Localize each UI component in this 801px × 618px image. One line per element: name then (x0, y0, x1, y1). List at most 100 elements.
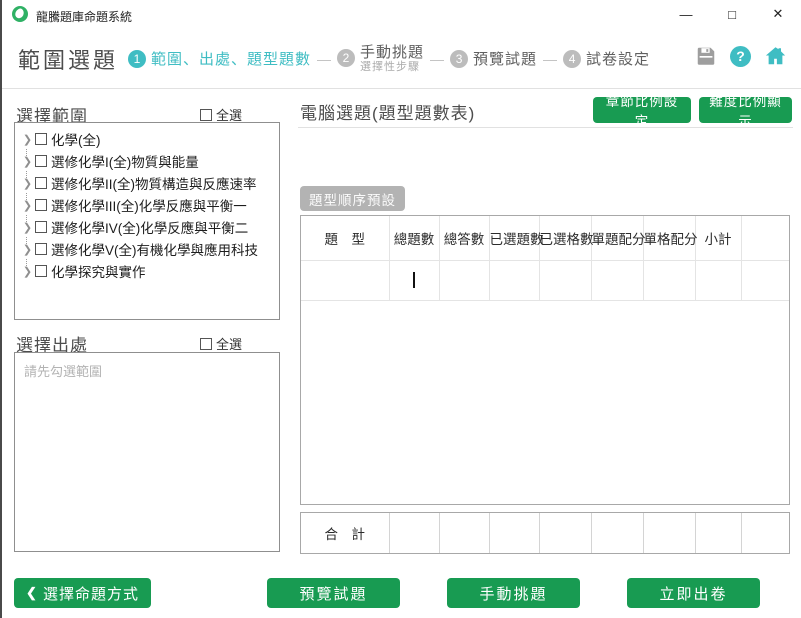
tree-item-inquiry-practice[interactable]: ❯ 化學探究與實作 (15, 260, 279, 282)
type-order-preset-button[interactable]: 題型順序預設 (300, 186, 405, 211)
col-subtotal: 小計 (695, 216, 741, 260)
step-3-label: 預覽試題 (473, 48, 537, 69)
step-1-range[interactable]: 1 範圍、出處、題型題數 (128, 48, 311, 69)
close-button[interactable]: ✕ (755, 0, 801, 28)
chevron-left-icon: ❮ (26, 585, 38, 601)
chevron-right-icon[interactable]: ❯ (20, 221, 35, 234)
cell-subtotal[interactable] (695, 260, 741, 300)
chevron-right-icon[interactable]: ❯ (20, 133, 35, 146)
text-caret (413, 272, 415, 288)
cell-selected-blanks[interactable] (539, 260, 591, 300)
app-title: 龍騰題庫命題系統 (36, 8, 132, 25)
home-icon[interactable] (764, 45, 787, 67)
col-selected-questions: 已選題數 (489, 216, 539, 260)
tree-checkbox[interactable] (35, 133, 47, 145)
chevron-right-icon[interactable]: ❯ (20, 199, 35, 212)
cell-selected-questions[interactable] (489, 260, 539, 300)
question-type-table: 題 型 總題數 總答數 已選題數 已選格數 單題配分 單格配分 小計 (300, 215, 790, 505)
tree-checkbox[interactable] (35, 177, 47, 189)
source-select-all-checkbox[interactable] (200, 338, 212, 350)
total-cell (741, 513, 789, 553)
source-select-all-label: 全選 (216, 334, 242, 353)
col-total-answers: 總答數 (439, 216, 489, 260)
tree-item-label: 化學(全) (51, 129, 101, 149)
source-select-all[interactable]: 全選 (200, 334, 242, 353)
tree-item-elective-1[interactable]: ❯ 選修化學I(全)物質與能量 (15, 150, 279, 172)
cell-total-questions[interactable] (389, 260, 439, 300)
back-button-label: 選擇命題方式 (43, 583, 139, 604)
step-3-preview[interactable]: 3 預覽試題 (450, 48, 537, 69)
tree-checkbox[interactable] (35, 221, 47, 233)
app-logo-icon (12, 6, 28, 22)
step-3-circle: 3 (450, 50, 468, 68)
col-selected-blanks: 已選格數 (539, 216, 591, 260)
cell-spare (741, 260, 789, 300)
minimize-button[interactable]: — (663, 0, 709, 28)
step-2-circle: 2 (337, 49, 355, 67)
total-cell (489, 513, 539, 553)
back-to-method-button[interactable]: ❮ 選擇命題方式 (14, 578, 151, 608)
chevron-right-icon[interactable]: ❯ (20, 155, 35, 168)
tree-checkbox[interactable] (35, 243, 47, 255)
col-points-per-blank: 單格配分 (643, 216, 695, 260)
chevron-right-icon[interactable]: ❯ (20, 177, 35, 190)
total-label: 合 計 (301, 513, 389, 553)
tree-checkbox[interactable] (35, 265, 47, 277)
total-cell (389, 513, 439, 553)
tree-item-label: 選修化學III(全)化學反應與平衡一 (51, 195, 247, 215)
generate-paper-button[interactable]: 立即出卷 (627, 578, 760, 608)
tree-item-elective-4[interactable]: ❯ 選修化學IV(全)化學反應與平衡二 (15, 216, 279, 238)
step-4-paper-settings[interactable]: 4 試卷設定 (563, 48, 650, 69)
col-spare (741, 216, 789, 260)
tree-checkbox[interactable] (35, 155, 47, 167)
wizard-header: 範圍選題 1 範圍、出處、題型題數 — 2 手動挑題 選擇性步驟 — 3 預覽試… (0, 28, 801, 89)
step-2-manual-pick[interactable]: 2 手動挑題 選擇性步驟 (337, 44, 424, 74)
total-row-table: 合 計 (300, 512, 790, 554)
title-bar: 龍騰題庫命題系統 — □ ✕ (0, 0, 801, 28)
col-question-type: 題 型 (301, 216, 389, 260)
total-cell (539, 513, 591, 553)
tree-item-elective-5[interactable]: ❯ 選修化學V(全)有機化學與應用科技 (15, 238, 279, 260)
tree-item-elective-3[interactable]: ❯ 選修化學III(全)化學反應與平衡一 (15, 194, 279, 216)
col-total-questions: 總題數 (389, 216, 439, 260)
source-list-box: 請先勾選範圍 (14, 352, 280, 552)
preview-questions-button[interactable]: 預覽試題 (267, 578, 400, 608)
tree-item-label: 選修化學II(全)物質構造與反應速率 (51, 173, 257, 193)
tree-item-chemistry-all[interactable]: ❯ 化學(全) (15, 128, 279, 150)
chevron-right-icon[interactable]: ❯ (20, 265, 35, 278)
table-data-row (301, 260, 789, 300)
total-cell (643, 513, 695, 553)
table-header-row: 題 型 總題數 總答數 已選題數 已選格數 單題配分 單格配分 小計 (301, 216, 789, 260)
help-icon[interactable]: ? (730, 46, 751, 67)
tree-item-label: 化學探究與實作 (51, 261, 146, 281)
panel-divider (298, 127, 793, 128)
step-2-sublabel: 選擇性步驟 (360, 61, 424, 74)
cell-points-per-question[interactable] (591, 260, 643, 300)
range-select-all-checkbox[interactable] (200, 109, 212, 121)
maximize-button[interactable]: □ (709, 0, 755, 28)
step-separator: — (430, 51, 444, 67)
step-separator: — (543, 51, 557, 67)
step-2-label: 手動挑題 (360, 44, 424, 61)
wizard-steps: 1 範圍、出處、題型題數 — 2 手動挑題 選擇性步驟 — 3 預覽試題 — 4… (128, 28, 650, 89)
chapter-ratio-button[interactable]: 章節比例設定 (593, 97, 691, 123)
step-4-label: 試卷設定 (586, 48, 650, 69)
page-title: 範圍選題 (18, 43, 118, 75)
tree-checkbox[interactable] (35, 199, 47, 211)
step-1-label: 範圍、出處、題型題數 (151, 48, 311, 69)
save-icon[interactable] (695, 45, 717, 67)
total-cell (591, 513, 643, 553)
step-4-circle: 4 (563, 50, 581, 68)
cell-question-type[interactable] (301, 260, 389, 300)
step-1-circle: 1 (128, 50, 146, 68)
chevron-right-icon[interactable]: ❯ (20, 243, 35, 256)
tree-item-elective-2[interactable]: ❯ 選修化學II(全)物質構造與反應速率 (15, 172, 279, 194)
header-icons: ? (695, 45, 787, 67)
cell-points-per-blank[interactable] (643, 260, 695, 300)
source-placeholder: 請先勾選範圍 (24, 361, 270, 380)
cell-total-answers[interactable] (439, 260, 489, 300)
difficulty-ratio-button[interactable]: 難度比例顯示 (699, 97, 792, 123)
manual-pick-button[interactable]: 手動挑題 (447, 578, 580, 608)
total-row: 合 計 (301, 513, 789, 553)
step-separator: — (317, 51, 331, 67)
